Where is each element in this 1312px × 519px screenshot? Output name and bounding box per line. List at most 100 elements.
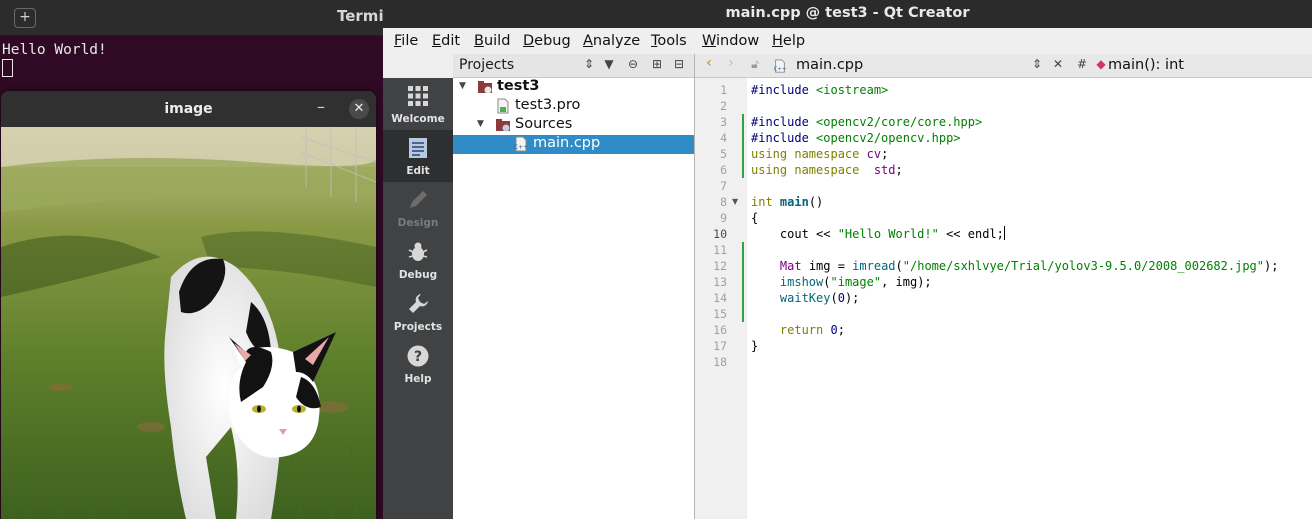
updown-arrows-icon[interactable]: ⇕ <box>581 57 597 71</box>
split-icon[interactable]: ⊞ <box>649 57 665 71</box>
new-tab-button[interactable]: + <box>14 8 36 28</box>
wrench-icon <box>409 294 428 313</box>
line-number: 7 <box>720 179 727 193</box>
line-number: 11 <box>713 243 727 257</box>
back-arrow-icon[interactable]: ‹ <box>701 55 717 71</box>
collapse-arrow-icon[interactable]: ▼ <box>477 119 484 129</box>
qt-creator-window: main.cpp @ test3 - Qt Creator File Edit … <box>383 0 1312 519</box>
line-number: 4 <box>720 131 727 145</box>
projects-pane-header: Projects ⇕ ▼ ⊖ ⊞ ⊟ <box>453 54 694 78</box>
text-cursor <box>1003 226 1005 240</box>
terminal-header: + Termin <box>0 0 394 36</box>
projects-view-selector[interactable]: Projects <box>459 57 514 73</box>
pencil-icon <box>410 191 427 208</box>
code-line-12: Mat img = imread("/home/sxhlvye/Trial/yo… <box>779 259 1279 273</box>
function-selector[interactable]: main(): int <box>1108 57 1184 73</box>
hash-icon[interactable]: # <box>1074 57 1090 71</box>
code-line-16: return 0; <box>779 323 845 337</box>
close-button[interactable]: ✕ <box>349 99 369 119</box>
line-number: 12 <box>713 259 727 273</box>
filter-icon[interactable]: ▼ <box>601 57 617 71</box>
terminal-cursor <box>2 59 13 77</box>
mode-help[interactable]: ? Help <box>383 338 453 390</box>
open-document-selector[interactable]: main.cpp <box>796 57 863 73</box>
collapse-arrow-icon[interactable]: ▼ <box>459 81 466 91</box>
tree-label: test3 <box>497 78 540 94</box>
tree-item-sources[interactable]: ▼ Sources <box>453 116 694 135</box>
code-line-10: cout << "Hello World!" << endl; <box>751 226 1005 241</box>
link-icon[interactable]: ⊖ <box>625 57 641 71</box>
cat-photo <box>1 127 376 519</box>
tree-item-test3[interactable]: ▼ test3 <box>453 78 694 97</box>
mode-debug[interactable]: Debug <box>383 234 453 286</box>
mode-label: Help <box>404 373 432 385</box>
editor-toolbar: ‹ › 🔓︎ C++ main.cpp ⇕ ✕ # ◆ main(): int <box>695 54 1312 78</box>
code-line-13: imshow("image", img); <box>779 275 932 289</box>
menu-edit[interactable]: Edit <box>432 33 460 49</box>
change-marker <box>742 242 744 322</box>
tree-item-test3-pro[interactable]: test3.pro <box>453 97 694 116</box>
code-line-5: using namespace cv; <box>751 147 889 161</box>
code-editor[interactable]: #include <iostream> #include <opencv2/co… <box>747 78 1312 519</box>
close-pane-icon[interactable]: ⊟ <box>671 57 687 71</box>
fold-marker-icon[interactable]: ▼ <box>732 197 738 206</box>
mode-label: Welcome <box>391 113 445 125</box>
line-number: 9 <box>720 211 727 225</box>
change-marker <box>742 114 744 178</box>
help-icon: ? <box>407 345 429 367</box>
lock-icon: 🔓︎ <box>751 57 759 71</box>
tree-item-main-cpp[interactable]: C++ main.cpp <box>453 135 694 154</box>
line-number: 14 <box>713 291 727 305</box>
mode-edit[interactable]: Edit <box>383 130 453 182</box>
mode-label: Debug <box>398 269 438 281</box>
mode-label: Edit <box>406 165 430 177</box>
minimize-button[interactable]: – <box>317 97 325 116</box>
tree-label: test3.pro <box>515 97 581 113</box>
line-number: 15 <box>713 307 727 321</box>
project-folder-icon <box>478 81 492 94</box>
cat-photo-illustration <box>1 127 376 519</box>
line-number: 13 <box>713 275 727 289</box>
code-line-8: int main() <box>751 195 824 209</box>
line-number: 18 <box>713 355 727 369</box>
line-number: 10 <box>713 227 727 241</box>
line-number: 5 <box>720 147 727 161</box>
updown-arrows-icon[interactable]: ⇕ <box>1029 57 1045 71</box>
line-number: 1 <box>720 83 727 97</box>
menu-debug[interactable]: Debug <box>523 33 571 49</box>
svg-text:C++: C++ <box>514 144 528 151</box>
window-title: main.cpp @ test3 - Qt Creator <box>383 0 1312 28</box>
line-number: 8 <box>720 195 727 209</box>
code-line-3: #include <opencv2/core/core.hpp> <box>751 115 983 129</box>
cpp-file-icon: C++ <box>774 59 786 73</box>
code-line-6: using namespace std; <box>751 163 903 177</box>
svg-text:C++: C++ <box>774 66 786 72</box>
pro-file-icon <box>497 98 509 114</box>
menu-window[interactable]: Window <box>702 33 759 49</box>
mode-label: Design <box>397 217 439 229</box>
menu-build[interactable]: Build <box>474 33 510 49</box>
code-line-14: waitKey(0); <box>779 291 860 305</box>
mode-welcome[interactable]: Welcome <box>383 78 453 130</box>
projects-tree: ▼ test3 test3.pro ▼ Sources C++ main.cpp <box>453 78 694 519</box>
menu-file[interactable]: File <box>394 33 418 49</box>
menu-analyze[interactable]: Analyze <box>583 33 640 49</box>
code-line-9: { <box>751 211 759 225</box>
forward-arrow-icon[interactable]: › <box>723 55 739 71</box>
mode-label: Projects <box>393 321 443 333</box>
menu-tools[interactable]: Tools <box>651 33 687 49</box>
document-icon <box>409 138 427 158</box>
menu-help[interactable]: Help <box>772 33 805 49</box>
image-window-header[interactable]: image – ✕ <box>1 91 376 127</box>
line-number: 17 <box>713 339 727 353</box>
mode-projects[interactable]: Projects <box>383 286 453 338</box>
code-line-4: #include <opencv2/opencv.hpp> <box>751 131 961 145</box>
svg-text:?: ? <box>414 349 422 365</box>
cpp-file-icon: C++ <box>514 136 528 152</box>
sources-folder-icon <box>496 119 510 132</box>
image-window: image – ✕ <box>1 91 376 519</box>
bug-icon <box>408 242 428 261</box>
close-document-icon[interactable]: ✕ <box>1050 57 1066 71</box>
line-number: 16 <box>713 323 727 337</box>
code-line-1: #include <iostream> <box>751 83 889 97</box>
